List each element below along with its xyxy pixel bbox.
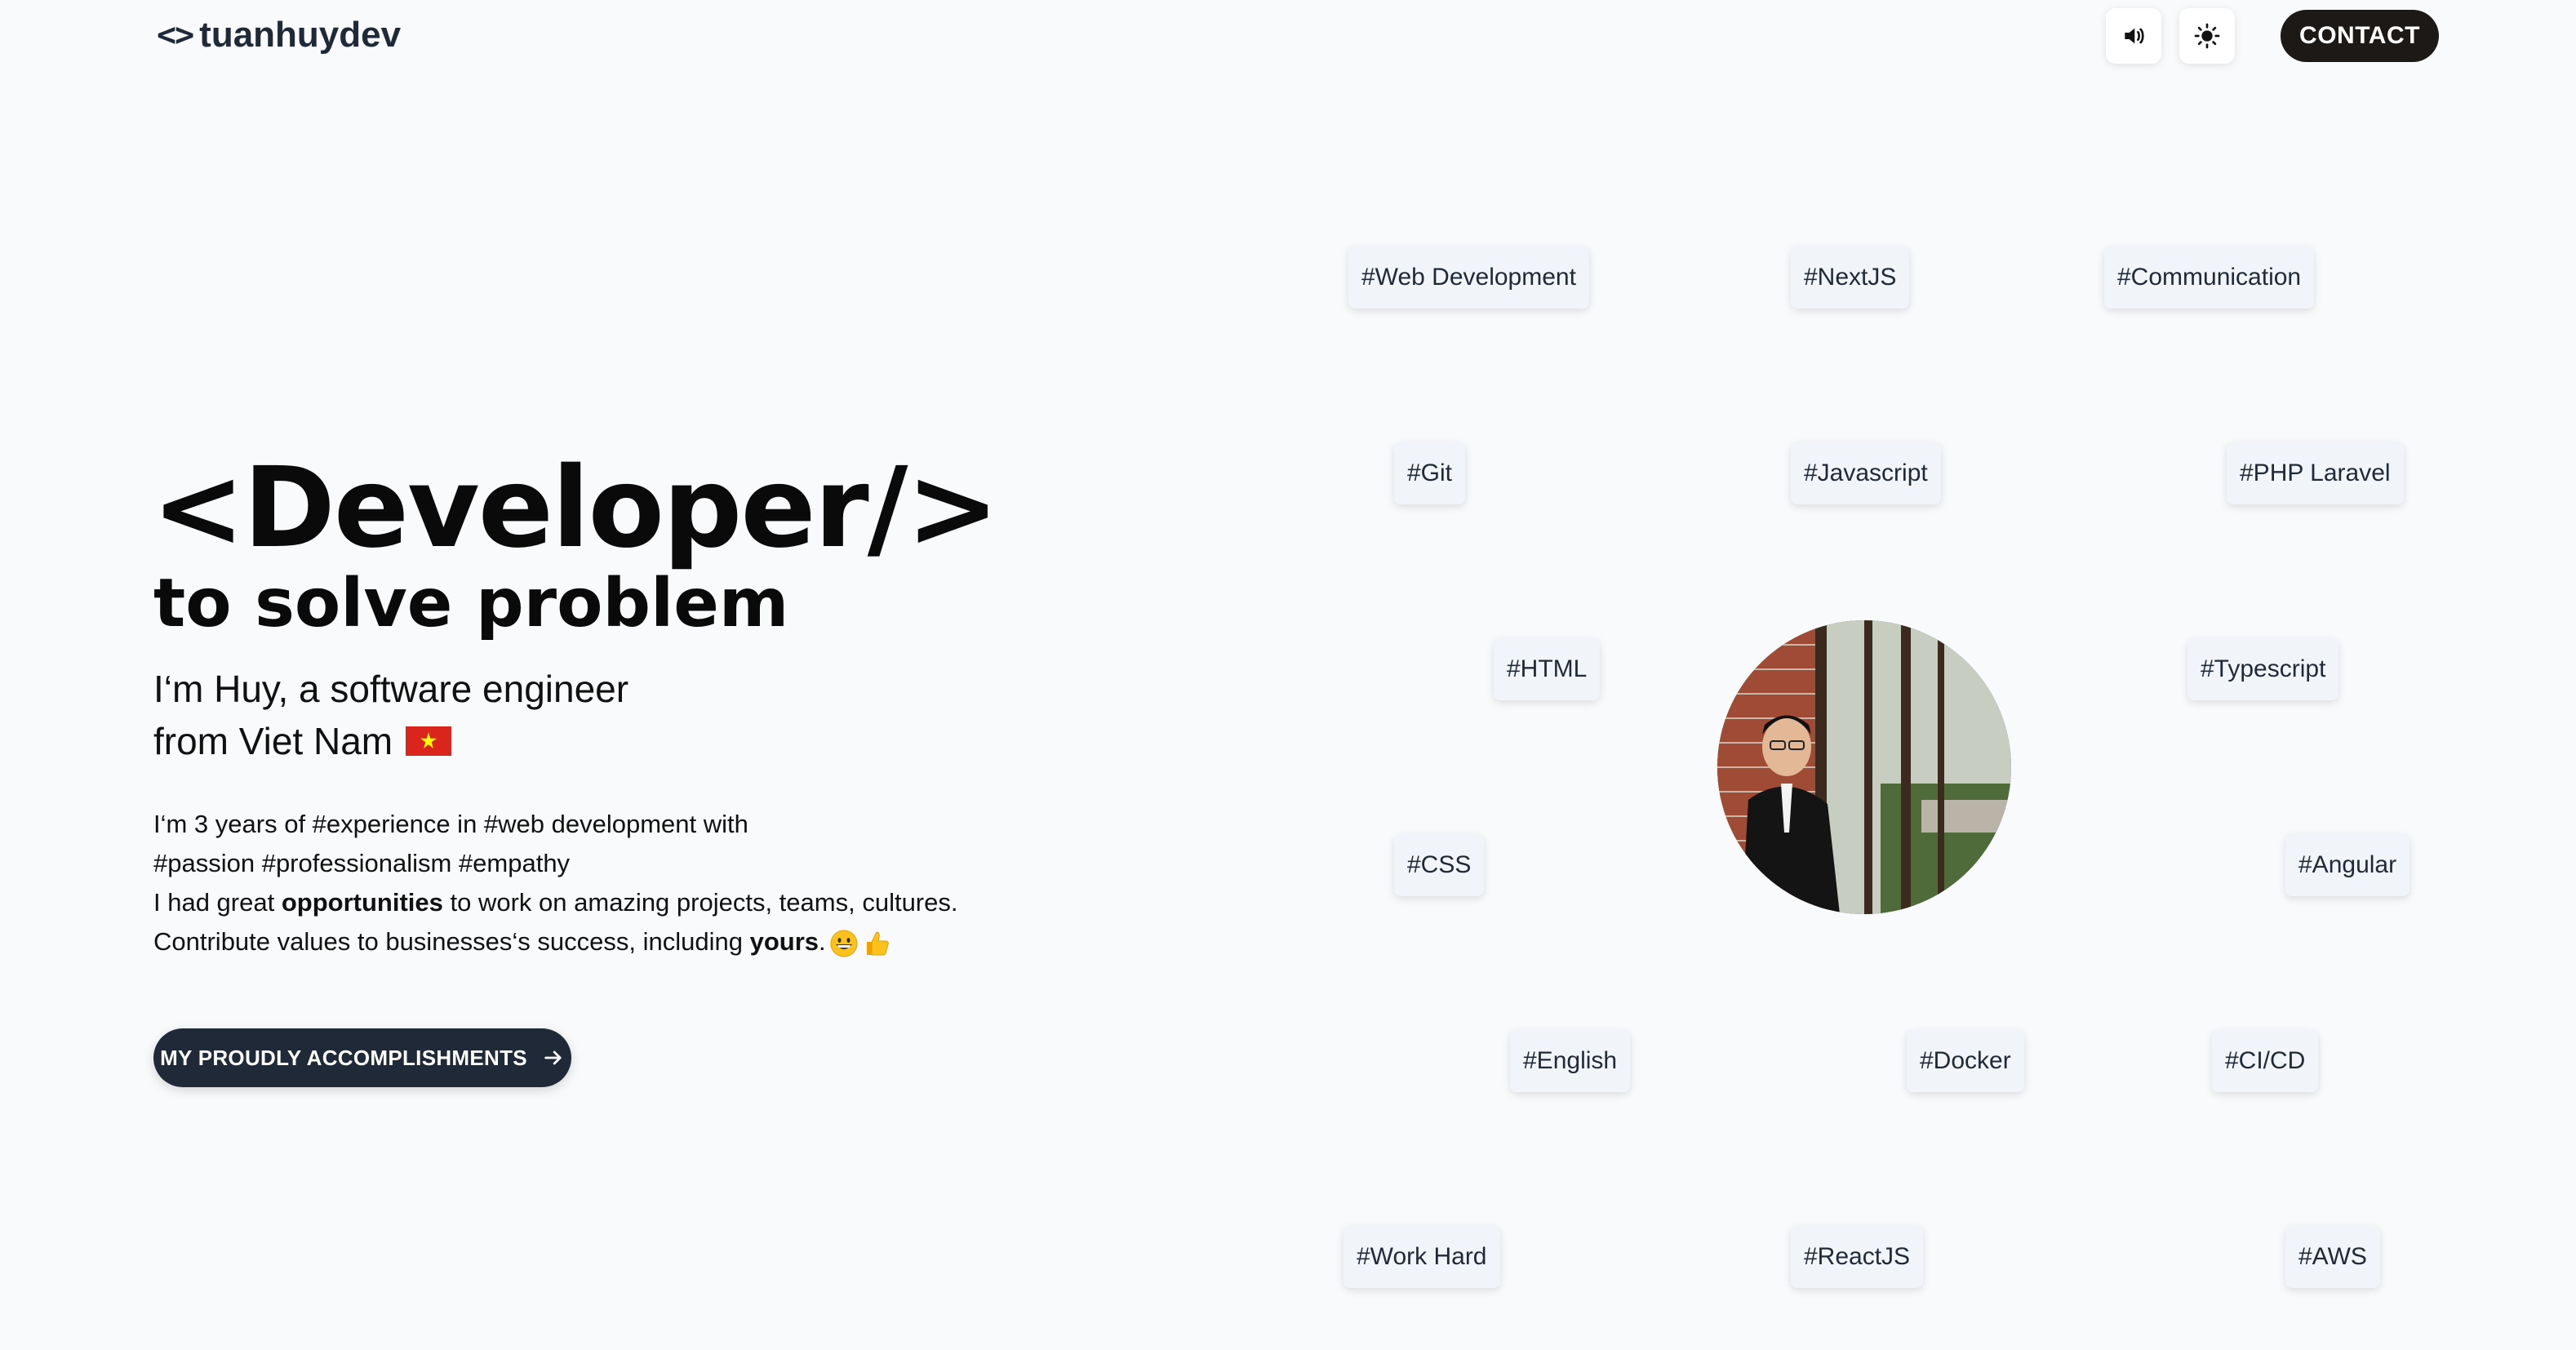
arrow-right-icon bbox=[544, 1050, 562, 1065]
tag-web-development: #Web Development bbox=[1348, 246, 1589, 309]
sun-icon bbox=[2194, 23, 2220, 49]
intro-line-1: I‘m Huy, a software engineer bbox=[153, 668, 629, 710]
intro-country: from Viet Nam bbox=[153, 720, 393, 762]
desc-line-3-post: to work on amazing projects, teams, cult… bbox=[442, 888, 958, 917]
tag-docker: #Docker bbox=[1907, 1030, 2024, 1092]
tag-ci-cd: #CI/CD bbox=[2212, 1030, 2319, 1092]
tag-javascript: #Javascript bbox=[1791, 442, 1941, 504]
vietnam-flag-icon bbox=[406, 726, 452, 756]
desc-line-1: I‘m 3 years of #experience in #web devel… bbox=[153, 810, 748, 838]
hero-subtitle: to solve problem bbox=[153, 565, 789, 642]
profile-photo bbox=[1717, 620, 2011, 914]
tag-nextjs: #NextJS bbox=[1791, 246, 1910, 309]
landing-page: <> tuanhuydev CONTACT <Developer/> to so… bbox=[0, 0, 2576, 1350]
grinning-face-icon bbox=[830, 930, 858, 957]
tag-git: #Git bbox=[1394, 442, 1466, 504]
logo-text: tuanhuydev bbox=[199, 15, 402, 55]
sound-toggle-button[interactable] bbox=[2106, 8, 2161, 64]
hero-title: <Developer/> bbox=[152, 444, 999, 573]
thumbs-up-icon bbox=[866, 931, 889, 956]
desc-line-3-pre: I had great bbox=[153, 888, 282, 917]
theme-toggle-button[interactable] bbox=[2179, 8, 2235, 64]
desc-line-4: Contribute values to businesses‘s succes… bbox=[153, 922, 958, 961]
tag-reactjs: #ReactJS bbox=[1791, 1226, 1924, 1288]
accomplishments-label: MY PROUDLY ACCOMPLISHMENTS bbox=[160, 1045, 527, 1070]
desc-line-4-post: . bbox=[819, 927, 826, 956]
desc-line-3: I had great opportunities to work on ama… bbox=[153, 883, 958, 922]
accomplishments-button[interactable]: MY PROUDLY ACCOMPLISHMENTS bbox=[153, 1028, 571, 1087]
tag-aws: #AWS bbox=[2285, 1226, 2380, 1288]
site-logo[interactable]: <> tuanhuydev bbox=[157, 15, 401, 56]
desc-line-4-pre: Contribute values to businesses‘s succes… bbox=[153, 927, 750, 956]
desc-line-2: #passion #professionalism #empathy bbox=[153, 849, 571, 877]
tag-css: #CSS bbox=[1394, 834, 1485, 896]
contact-button[interactable]: CONTACT bbox=[2281, 10, 2439, 62]
intro-text: I‘m Huy, a software engineer from Viet N… bbox=[153, 663, 628, 767]
tag-english: #English bbox=[1510, 1030, 1631, 1092]
tag-work-hard: #Work Hard bbox=[1344, 1226, 1500, 1288]
desc-line-3-bold: opportunities bbox=[281, 888, 443, 917]
speaker-icon bbox=[2125, 28, 2144, 44]
tag-communication: #Communication bbox=[2104, 246, 2315, 309]
logo-code-icon: <> bbox=[157, 16, 194, 54]
tag-php-laravel: #PHP Laravel bbox=[2227, 442, 2404, 504]
tag-typescript: #Typescript bbox=[2187, 638, 2339, 700]
tag-angular: #Angular bbox=[2285, 834, 2410, 896]
intro-line-2: from Viet Nam bbox=[153, 715, 628, 767]
desc-line-4-bold: yours bbox=[749, 927, 819, 956]
tag-html: #HTML bbox=[1494, 638, 1601, 700]
description: I‘m 3 years of #experience in #web devel… bbox=[153, 805, 958, 961]
